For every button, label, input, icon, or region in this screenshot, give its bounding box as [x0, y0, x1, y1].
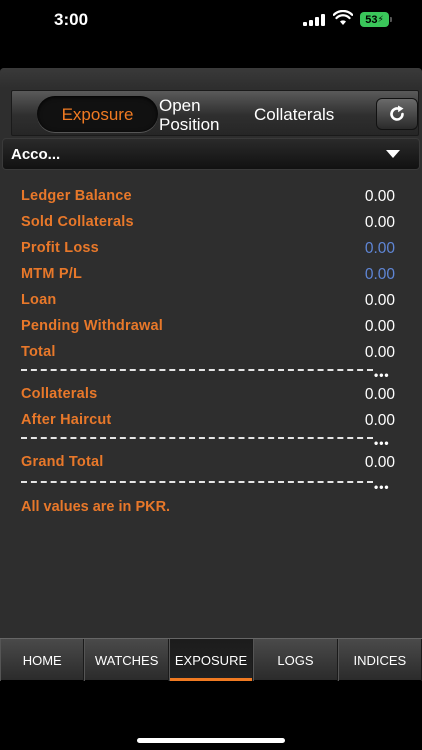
- row-value: 0.00: [364, 188, 395, 205]
- segmented-tab-bar: Exposure Open Position Collaterals: [11, 90, 419, 136]
- nav-home[interactable]: HOME: [0, 639, 85, 681]
- divider: [21, 481, 373, 483]
- row-value: 0.00: [364, 386, 395, 403]
- row-label: Sold Collaterals: [21, 214, 134, 230]
- row-label: Collaterals: [21, 386, 98, 402]
- row-loan: Loan 0.00: [21, 292, 395, 312]
- divider-dots: •••: [374, 436, 390, 450]
- divider: [21, 437, 373, 439]
- row-after-haircut: After Haircut 0.00: [21, 412, 395, 432]
- divider: [21, 369, 373, 371]
- status-bar: 3:00 53 ⚡: [0, 0, 422, 44]
- chevron-down-icon: [386, 150, 400, 158]
- tab-open-position-label-line1: Open: [159, 96, 201, 115]
- mtm-pl-link[interactable]: 0.00: [365, 266, 395, 284]
- tab-open-position[interactable]: Open Position: [159, 96, 243, 134]
- row-profit-loss[interactable]: Profit Loss 0.00: [21, 240, 395, 260]
- battery-level: 53: [365, 13, 378, 26]
- wifi-icon: [333, 10, 353, 25]
- nav-indices[interactable]: INDICES: [337, 639, 422, 681]
- row-value: 0.00: [364, 318, 395, 335]
- tab-collaterals-label: Collaterals: [254, 105, 335, 124]
- tab-exposure[interactable]: Exposure: [37, 96, 158, 132]
- tab-open-position-label-line2: Position: [159, 115, 220, 134]
- row-collaterals: Collaterals 0.00: [21, 386, 395, 406]
- row-label: Pending Withdrawal: [21, 318, 164, 334]
- row-value: 0.00: [364, 214, 395, 231]
- profit-loss-link[interactable]: 0.00: [365, 240, 395, 258]
- row-pending-withdrawal: Pending Withdrawal 0.00: [21, 318, 395, 338]
- row-label: Ledger Balance: [21, 188, 132, 204]
- row-value: 0.00: [364, 292, 395, 309]
- row-label: Loan: [21, 292, 57, 308]
- row-label: MTM P/L: [21, 266, 83, 282]
- row-label: After Haircut: [21, 412, 112, 428]
- nav-watches[interactable]: WATCHES: [84, 639, 169, 681]
- tab-collaterals[interactable]: Collaterals: [254, 105, 334, 124]
- tab-exposure-label: Exposure: [61, 104, 134, 124]
- battery-icon: 53 ⚡: [360, 12, 389, 27]
- account-dropdown-value: Acco...: [11, 146, 61, 163]
- account-dropdown[interactable]: Acco...: [2, 138, 420, 170]
- status-time: 3:00: [54, 10, 89, 29]
- row-label: Profit Loss: [21, 240, 99, 256]
- refresh-button[interactable]: [376, 98, 418, 130]
- row-ledger-balance: Ledger Balance 0.00: [21, 188, 395, 208]
- row-value: 0.00: [364, 344, 395, 361]
- home-indicator[interactable]: [137, 738, 285, 743]
- cellular-signal-icon: [303, 14, 325, 26]
- row-label: Total: [21, 344, 56, 360]
- currency-note: All values are in PKR.: [21, 499, 171, 515]
- refresh-icon: [390, 105, 404, 121]
- row-mtm-pl[interactable]: MTM P/L 0.00: [21, 266, 395, 286]
- row-sold-collaterals: Sold Collaterals 0.00: [21, 214, 395, 234]
- row-label: Grand Total: [21, 454, 104, 470]
- row-value: 0.00: [364, 454, 395, 471]
- divider-dots: •••: [374, 480, 390, 494]
- nav-logs[interactable]: LOGS: [253, 639, 338, 681]
- nav-exposure[interactable]: EXPOSURE: [168, 639, 254, 681]
- divider-dots: •••: [374, 368, 390, 382]
- row-value: 0.00: [364, 412, 395, 429]
- row-total: Total 0.00: [21, 344, 395, 364]
- row-grand-total: Grand Total 0.00: [21, 454, 395, 474]
- bottom-nav: HOME WATCHES EXPOSURE LOGS INDICES: [0, 638, 422, 681]
